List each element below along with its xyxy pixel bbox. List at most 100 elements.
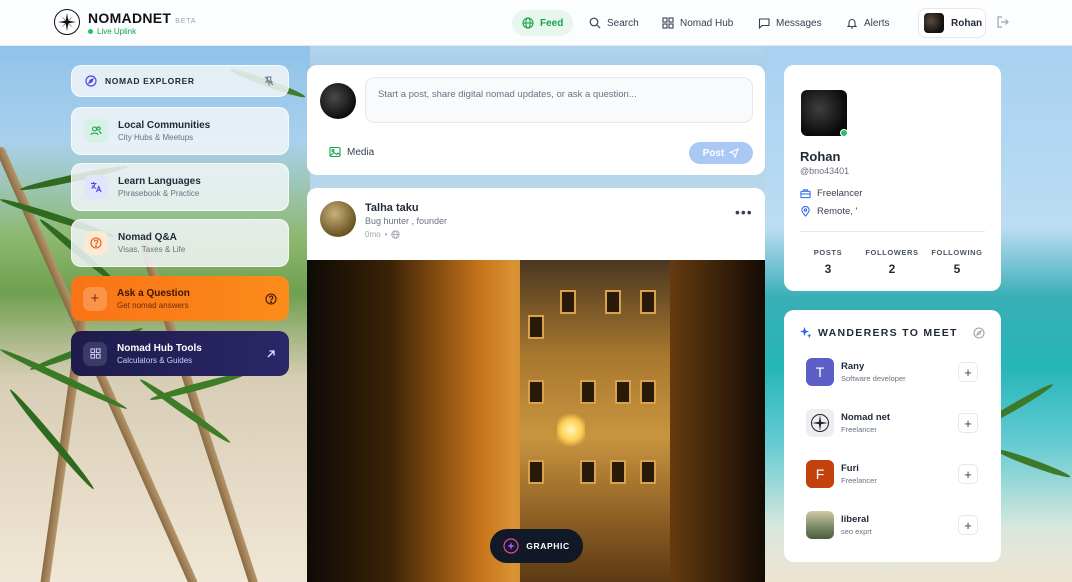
avatar <box>924 13 944 33</box>
sidebar-item-learn-languages[interactable]: Learn Languages Phrasebook & Practice <box>71 163 289 211</box>
nav-nomad-hub[interactable]: Nomad Hub <box>652 10 743 36</box>
author-role: Bug hunter , founder <box>365 216 448 226</box>
profile-card: Rohan @bno43401 Freelancer Remote, ' POS… <box>784 65 1001 291</box>
nomad-explorer-label: NOMAD EXPLORER <box>105 76 195 86</box>
person-name: liberal <box>841 514 869 525</box>
ask-question-subtitle: Get nomad answers <box>117 300 189 310</box>
post-button[interactable]: Post <box>689 142 753 164</box>
sparkles-icon <box>799 326 812 339</box>
bell-icon <box>846 19 858 29</box>
profile-location: Remote, ' <box>800 206 857 217</box>
stat-followers[interactable]: FOLLOWERS 2 <box>862 248 922 276</box>
grid-icon <box>662 17 674 29</box>
search-icon <box>589 17 601 29</box>
post-time: 0mo • <box>365 230 401 239</box>
ask-question-button[interactable]: + Ask a Question Get nomad answers <box>71 276 289 321</box>
stat-following[interactable]: FOLLOWING 5 <box>927 248 987 276</box>
add-friend-button[interactable]: + <box>958 515 978 535</box>
avatar <box>320 83 356 119</box>
post-composer: Start a post, share digital nomad update… <box>307 65 765 175</box>
sidebar-item-title: Nomad Q&A <box>118 232 177 243</box>
post-input[interactable]: Start a post, share digital nomad update… <box>365 77 753 123</box>
status-dot-icon <box>88 29 93 34</box>
sidebar-item-subtitle: City Hubs & Meetups <box>118 133 194 142</box>
add-friend-button[interactable]: + <box>958 413 978 433</box>
avatar <box>806 511 834 539</box>
avatar: F <box>806 460 834 488</box>
nav-feed[interactable]: Feed <box>512 10 574 36</box>
person-role: Software developer <box>841 374 906 383</box>
help-circle-icon <box>84 231 108 255</box>
post-image[interactable]: GRAPHIC <box>307 260 765 582</box>
briefcase-icon <box>800 189 811 199</box>
add-friend-button[interactable]: + <box>958 464 978 484</box>
users-icon <box>84 119 108 143</box>
stat-posts[interactable]: POSTS 3 <box>798 248 858 276</box>
globe-icon <box>522 17 534 29</box>
nav-alerts[interactable]: Alerts <box>836 10 900 36</box>
live-uplink-status: Live Uplink <box>88 27 136 36</box>
person-role: Freelancer <box>841 425 877 434</box>
add-friend-button[interactable]: + <box>958 362 978 382</box>
list-item[interactable]: Nomad net Freelancer + <box>806 409 988 439</box>
compass-logo-icon[interactable] <box>54 9 80 35</box>
hub-tools-title: Nomad Hub Tools <box>117 342 202 354</box>
help-circle-icon <box>265 292 277 305</box>
logout-icon[interactable] <box>996 15 1010 29</box>
nav-messages[interactable]: Messages <box>748 10 832 36</box>
translate-icon <box>84 175 108 199</box>
nomad-hub-tools-button[interactable]: Nomad Hub Tools Calculators & Guides <box>71 331 289 376</box>
street-lamp <box>557 412 585 448</box>
compass-icon[interactable] <box>973 327 985 339</box>
nomad-explorer-header[interactable]: NOMAD EXPLORER <box>71 65 289 97</box>
map-pin-icon <box>801 206 810 217</box>
list-item[interactable]: T Rany Software developer + <box>806 358 988 388</box>
send-icon <box>729 148 740 158</box>
feed-post: Talha taku Bug hunter , founder 0mo • •••… <box>307 188 765 582</box>
avatar: T <box>806 358 834 386</box>
person-name: Nomad net <box>841 412 891 423</box>
sidebar-item-local-communities[interactable]: Local Communities City Hubs & Meetups <box>71 107 289 155</box>
sidebar-item-subtitle: Visas, Taxes & Life <box>118 245 186 254</box>
top-navigation-bar: NOMADNET BETA Live Uplink Feed Search Nom… <box>0 0 1072 46</box>
person-role: Freelancer <box>841 476 877 485</box>
list-item[interactable]: F Furi Freelancer + <box>806 460 988 490</box>
wanderers-card: WANDERERS TO MEET T Rany Software develo… <box>784 310 1001 562</box>
arrow-up-right-icon <box>267 349 275 357</box>
message-icon <box>758 18 770 29</box>
compass-logo-icon <box>806 409 834 437</box>
nav-search[interactable]: Search <box>579 10 649 36</box>
image-icon <box>329 146 341 158</box>
sparkle-icon <box>503 538 519 554</box>
grid-icon <box>83 341 107 366</box>
author-avatar[interactable] <box>320 201 356 237</box>
profile-stats: POSTS 3 FOLLOWERS 2 FOLLOWING 5 <box>800 231 985 276</box>
beta-badge: BETA <box>175 18 197 25</box>
person-name: Rany <box>841 361 865 372</box>
brand-name: NOMADNET BETA <box>88 10 197 26</box>
list-item[interactable]: liberal seo exprt + <box>806 511 988 541</box>
online-indicator <box>840 129 848 137</box>
graphic-tag-badge[interactable]: GRAPHIC <box>490 529 583 563</box>
wanderers-title: WANDERERS TO MEET <box>818 327 958 339</box>
sidebar-item-nomad-qa[interactable]: Nomad Q&A Visas, Taxes & Life <box>71 219 289 267</box>
author-name[interactable]: Talha taku <box>365 202 419 214</box>
hub-tools-subtitle: Calculators & Guides <box>117 355 193 365</box>
ask-question-title: Ask a Question <box>117 287 190 299</box>
sidebar-item-subtitle: Phrasebook & Practice <box>118 189 200 198</box>
profile-name[interactable]: Rohan <box>800 149 840 164</box>
profile-job: Freelancer <box>800 188 862 199</box>
plus-icon: + <box>83 286 107 311</box>
media-button[interactable]: Media <box>329 146 374 158</box>
sidebar-item-title: Local Communities <box>118 120 211 131</box>
profile-avatar[interactable] <box>801 90 847 136</box>
globe-icon <box>391 230 401 239</box>
profile-handle: @bno43401 <box>800 166 850 176</box>
person-role: seo exprt <box>841 527 872 536</box>
person-name: Furi <box>841 463 859 474</box>
compass-icon <box>85 75 97 87</box>
user-menu-button[interactable]: Rohan <box>918 8 986 38</box>
pin-off-icon[interactable] <box>264 76 274 86</box>
more-options-icon[interactable]: ••• <box>735 204 753 220</box>
sidebar-item-title: Learn Languages <box>118 176 201 187</box>
